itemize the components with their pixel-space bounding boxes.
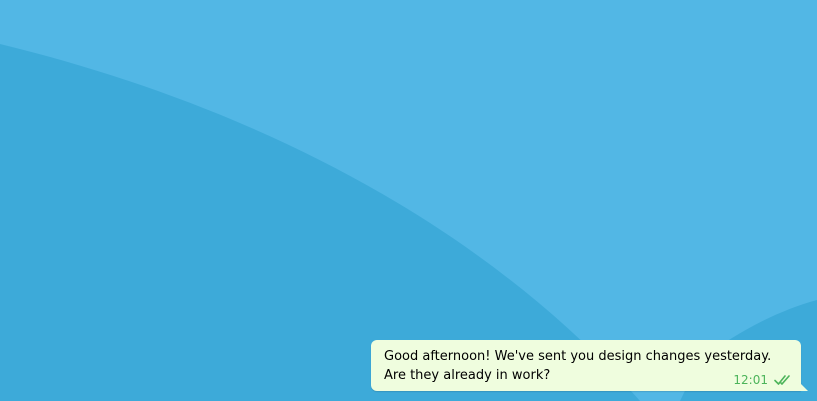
double-check-icon [774, 375, 790, 385]
message-text: Good afternoon! We've sent you design ch… [384, 349, 772, 383]
outgoing-message-bubble[interactable]: Good afternoon! We've sent you design ch… [371, 340, 808, 391]
message-meta: 12:01 [733, 373, 792, 387]
bubble-tail [800, 383, 808, 391]
message-time: 12:01 [733, 373, 768, 387]
